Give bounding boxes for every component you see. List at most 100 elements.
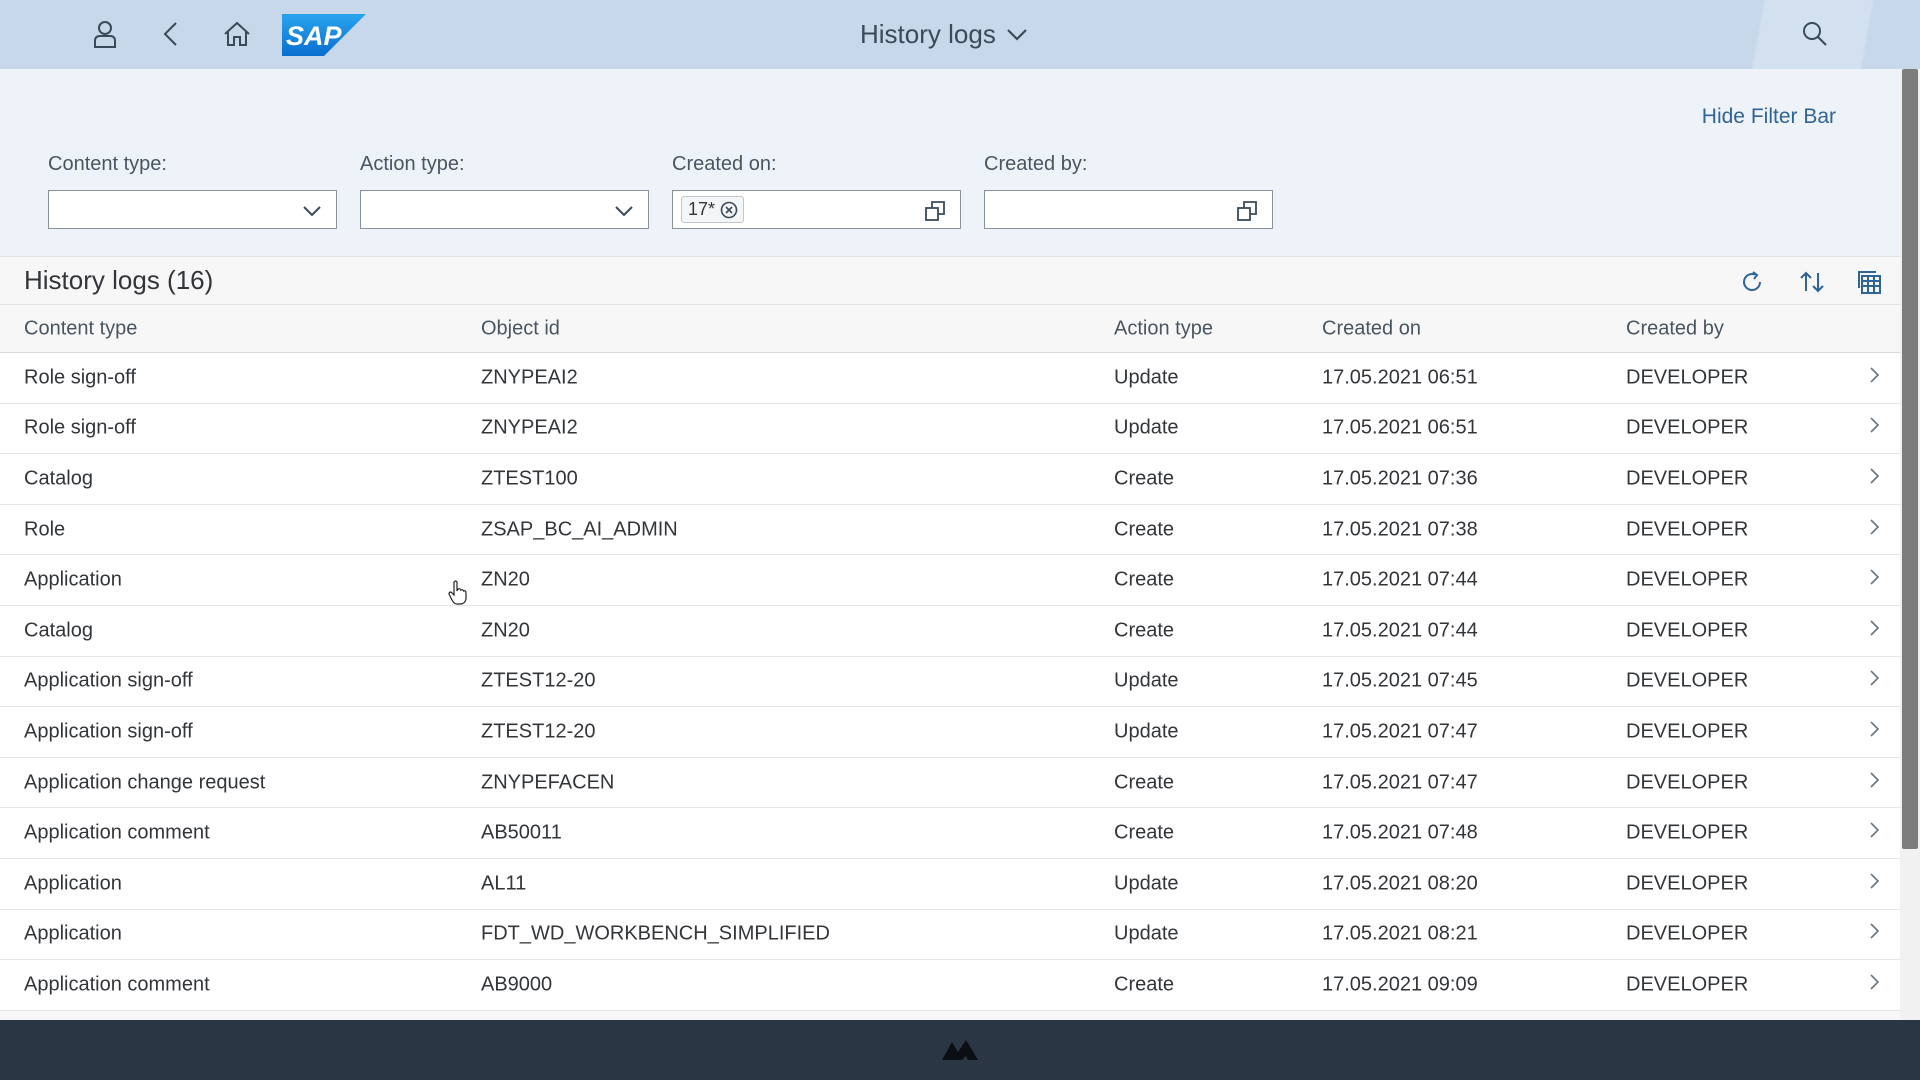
chevron-right-icon[interactable]	[1868, 518, 1880, 542]
object-id-cell: ZNYPEFACEN	[481, 771, 615, 794]
chevron-right-icon[interactable]	[1868, 366, 1880, 390]
action-type-cell: Create	[1114, 973, 1175, 996]
created-by-label: Created by:	[984, 153, 1088, 175]
table-row[interactable]: Application FDT_WD_WORKBENCH_SIMPLIFIED Up…	[0, 909, 1900, 961]
history-logs-table: Content type Object id Action type Creat…	[0, 305, 1900, 1011]
created-by-input[interactable]	[984, 190, 1273, 229]
table-row[interactable]: Application sign-off ZTEST12-20 Update 17.0…	[0, 656, 1900, 708]
created-on-cell: 17.05.2021 07:36	[1322, 467, 1478, 490]
chevron-right-icon[interactable]	[1868, 922, 1880, 946]
object-id-cell: ZNYPEAI2	[481, 416, 578, 439]
chevron-right-icon[interactable]	[1868, 568, 1880, 592]
table-row[interactable]: Application change request ZNYPEFACEN Crea…	[0, 757, 1900, 809]
user-icon[interactable]	[85, 14, 125, 54]
chevron-down-icon[interactable]	[614, 201, 634, 224]
content-type-select[interactable]	[48, 190, 337, 229]
column-header-created-on[interactable]: Created on	[1322, 317, 1421, 340]
column-header-content-type[interactable]: Content type	[24, 317, 137, 340]
value-help-icon[interactable]	[924, 200, 946, 227]
chevron-down-icon[interactable]	[302, 201, 322, 224]
chevron-right-icon[interactable]	[1868, 973, 1880, 997]
content-type-cell: Role sign-off	[24, 416, 136, 439]
back-icon[interactable]	[151, 14, 191, 54]
chevron-right-icon[interactable]	[1868, 771, 1880, 795]
object-id-cell: ZNYPEAI2	[481, 366, 578, 389]
sap-logo[interactable]: SAP	[282, 14, 366, 56]
action-type-cell: Update	[1114, 669, 1179, 692]
created-by-cell: DEVELOPER	[1626, 619, 1749, 642]
sap-logo-text: SAP	[286, 21, 343, 51]
table-title: History logs (16)	[24, 265, 214, 295]
object-id-cell: AB9000	[481, 973, 553, 996]
chevron-right-icon[interactable]	[1868, 669, 1880, 693]
object-id-cell: ZTEST12-20	[481, 669, 596, 692]
token-text: 17*	[688, 199, 716, 219]
table-row[interactable]: Application ZN20 Create 17.05.2021 07:44 DEV…	[0, 555, 1900, 606]
hide-filter-bar-link[interactable]: Hide Filter Bar	[1702, 105, 1836, 129]
table-row[interactable]: Catalog ZN20 Create 17.05.2021 07:44 DEVELOP…	[0, 605, 1900, 657]
created-on-filter: Created on: 17*	[672, 153, 961, 229]
table-toolbar: History logs (16)	[0, 256, 1900, 305]
filter-token[interactable]: 17*	[681, 196, 745, 223]
chevron-right-icon[interactable]	[1868, 467, 1880, 491]
action-type-cell: Create	[1114, 568, 1175, 591]
content-type-label: Content type:	[48, 153, 167, 175]
created-by-cell: DEVELOPER	[1626, 720, 1749, 743]
sort-icon[interactable]	[1794, 265, 1830, 299]
table-header-row: Content type Object id Action type Creat…	[0, 305, 1900, 353]
chevron-right-icon[interactable]	[1868, 619, 1880, 643]
created-on-input[interactable]: 17*	[672, 190, 961, 229]
column-header-created-by[interactable]: Created by	[1626, 317, 1724, 340]
object-id-cell: FDT_WD_WORKBENCH_SIMPLIFIED	[481, 922, 830, 945]
table-row[interactable]: Role ZSAP_BC_AI_ADMIN Create 17.05.2021 07:…	[0, 504, 1900, 556]
token-remove-icon[interactable]	[720, 201, 738, 219]
created-by-cell: DEVELOPER	[1626, 669, 1749, 692]
content-type-cell: Application comment	[24, 821, 210, 844]
scrollbar-thumb[interactable]	[1902, 69, 1918, 849]
shell-bar: SAP History logs	[0, 0, 1920, 69]
action-type-cell: Create	[1114, 467, 1175, 490]
table-settings-icon[interactable]	[1852, 265, 1888, 299]
table-row[interactable]: Application AL11 Update 17.05.2021 08:20 DEV…	[0, 858, 1900, 910]
column-header-object-id[interactable]: Object id	[481, 317, 560, 340]
refresh-icon[interactable]	[1734, 265, 1770, 299]
content-type-cell: Role	[24, 518, 66, 541]
table-row[interactable]: Role sign-off ZNYPEAI2 Update 17.05.2021 06…	[0, 353, 1900, 404]
action-type-filter: Action type:	[360, 153, 649, 229]
chevron-right-icon[interactable]	[1868, 416, 1880, 440]
object-id-cell: AL11	[481, 872, 527, 895]
table-row[interactable]: Role sign-off ZNYPEAI2 Update 17.05.2021 06…	[0, 403, 1900, 455]
content-type-cell: Role sign-off	[24, 366, 136, 389]
object-id-cell: ZSAP_BC_AI_ADMIN	[481, 518, 678, 541]
action-type-cell: Update	[1114, 720, 1179, 743]
chevron-right-icon[interactable]	[1868, 821, 1880, 845]
app-title-menu[interactable]: History logs	[860, 16, 1028, 52]
created-on-cell: 17.05.2021 07:47	[1322, 771, 1478, 794]
action-type-cell: Create	[1114, 619, 1175, 642]
created-by-filter: Created by:	[984, 153, 1273, 229]
action-type-cell: Update	[1114, 872, 1179, 895]
action-type-select[interactable]	[360, 190, 649, 229]
created-on-cell: 17.05.2021 07:48	[1322, 821, 1478, 844]
content-type-cell: Application change request	[24, 771, 266, 794]
chevron-right-icon[interactable]	[1868, 872, 1880, 896]
created-by-cell: DEVELOPER	[1626, 821, 1749, 844]
scrollbar[interactable]	[1900, 69, 1920, 1020]
chevron-right-icon[interactable]	[1868, 720, 1880, 744]
table-row[interactable]: Application comment AB50011 Create 17.05.20…	[0, 808, 1900, 859]
created-on-cell: 17.05.2021 07:38	[1322, 518, 1478, 541]
table-row[interactable]: Application sign-off ZTEST12-20 Update 17.0…	[0, 707, 1900, 758]
table-row[interactable]: Catalog ZTEST100 Create 17.05.2021 07:36 DEV…	[0, 454, 1900, 505]
value-help-icon[interactable]	[1236, 200, 1258, 227]
column-header-action-type[interactable]: Action type	[1114, 317, 1213, 340]
created-by-cell: DEVELOPER	[1626, 922, 1749, 945]
created-on-label: Created on:	[672, 153, 777, 175]
object-id-cell: AB50011	[481, 821, 562, 844]
action-type-label: Action type:	[360, 153, 465, 175]
home-icon[interactable]	[217, 14, 257, 54]
created-by-cell: DEVELOPER	[1626, 771, 1749, 794]
action-type-cell: Update	[1114, 416, 1179, 439]
search-icon[interactable]	[1795, 14, 1835, 54]
table-row[interactable]: Application comment AB9000 Create 17.05.202…	[0, 960, 1900, 1011]
created-by-cell: DEVELOPER	[1626, 467, 1749, 490]
